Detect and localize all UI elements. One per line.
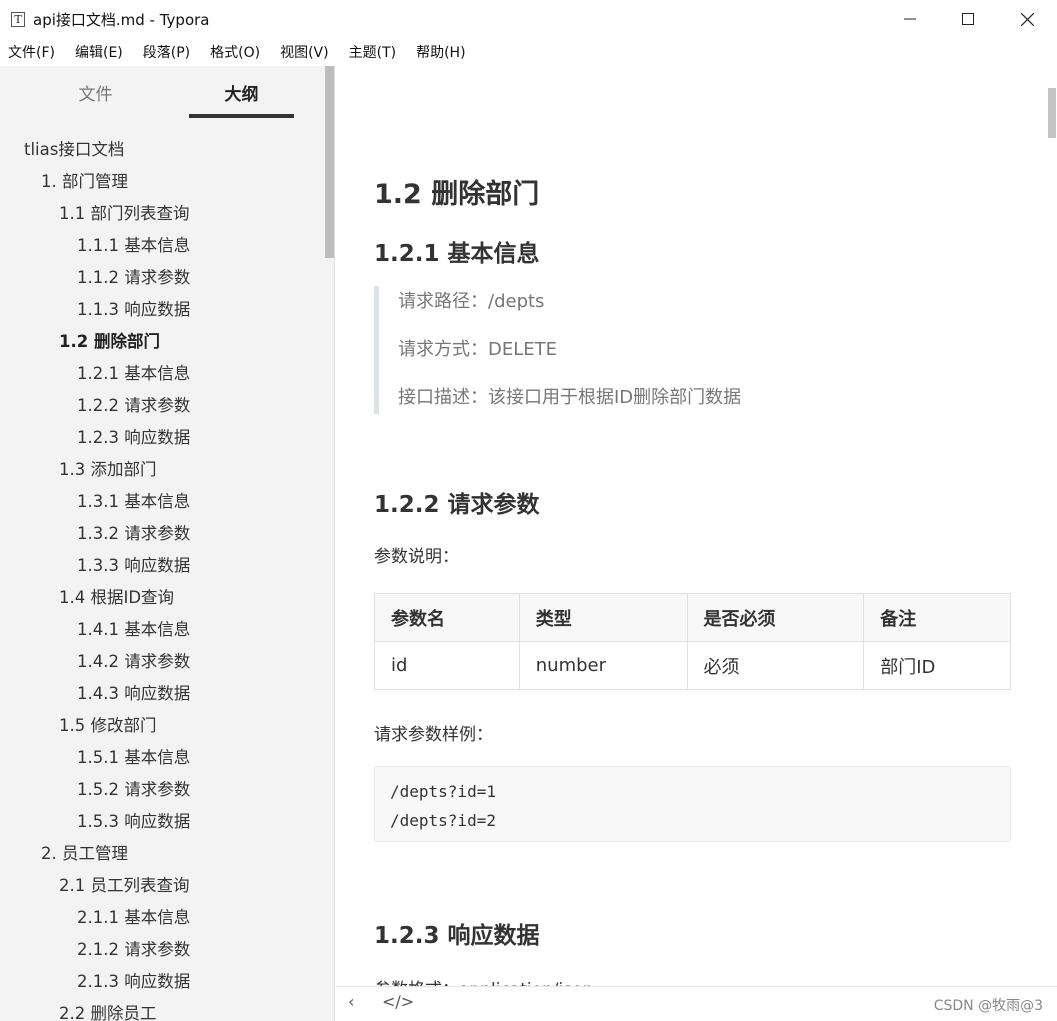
close-button[interactable] (997, 0, 1057, 38)
outline-item[interactable]: 2.1 员工列表查询 (0, 870, 324, 902)
minimize-icon (904, 18, 916, 20)
code-block[interactable]: /depts?id=1 /depts?id=2 (374, 766, 1011, 842)
outline-item[interactable]: 1.1.3 响应数据 (0, 294, 324, 326)
table-cell[interactable]: id (374, 641, 520, 690)
tab-files[interactable]: 文件 (43, 80, 148, 120)
editor-pane: 1.2 删除部门 1.2.1 基本信息 请求路径：/depts 请求方式：DEL… (336, 66, 1057, 986)
table-header-row: 参数名 类型 是否必须 备注 (374, 593, 1011, 642)
code-line: /depts?id=1 (390, 782, 496, 801)
typora-app-icon: T (11, 11, 25, 27)
params-table: 参数名 类型 是否必须 备注 id number 必须 部门ID (374, 593, 1011, 690)
outline-item[interactable]: 2.1.3 响应数据 (0, 966, 324, 998)
outline-item[interactable]: 2.1.2 请求参数 (0, 934, 324, 966)
table-cell[interactable]: 必须 (686, 641, 865, 690)
table-header-cell[interactable]: 参数名 (374, 593, 520, 642)
menu-theme[interactable]: 主题(T) (347, 39, 398, 65)
menu-paragraph[interactable]: 段落(P) (141, 39, 192, 65)
outline-item[interactable]: 1.5.1 基本信息 (0, 742, 324, 774)
menu-edit[interactable]: 编辑(E) (73, 39, 125, 65)
active-tab-indicator (189, 114, 294, 118)
close-icon (1020, 12, 1034, 26)
source-mode-button[interactable]: </> (382, 992, 414, 1011)
toggle-sidebar-button[interactable]: ‹ (348, 992, 354, 1011)
heading-response-data: 1.2.3 响应数据 (374, 923, 540, 949)
outline-item[interactable]: 2.2 删除员工 (0, 998, 324, 1021)
request-method-line: 请求方式：DELETE (398, 339, 558, 360)
outline-list: tlias接口文档 1. 部门管理 1.1 部门列表查询 1.1.1 基本信息 1.1.… (0, 134, 324, 1021)
outline-item[interactable]: 1.1 部门列表查询 (0, 198, 324, 230)
outline-item[interactable]: 1.5.2 请求参数 (0, 774, 324, 806)
outline-item[interactable]: tlias接口文档 (0, 134, 324, 166)
interface-description-line: 接口描述：该接口用于根据ID删除部门数据 (398, 387, 742, 408)
sample-intro-text: 请求参数样例： (374, 725, 493, 745)
outline-item[interactable]: 1.4.2 请求参数 (0, 646, 324, 678)
title-bar: T api接口文档.md - Typora (0, 0, 1057, 38)
request-path-line: 请求路径：/depts (398, 291, 545, 312)
outline-item[interactable]: 1.2.2 请求参数 (0, 390, 324, 422)
table-header-cell[interactable]: 是否必须 (686, 593, 865, 642)
outline-item[interactable]: 2. 员工管理 (0, 838, 324, 870)
table-header-cell[interactable]: 类型 (518, 593, 688, 642)
outline-item[interactable]: 1. 部门管理 (0, 166, 324, 198)
outline-item[interactable]: 1.4 根据ID查询 (0, 582, 324, 614)
menu-format[interactable]: 格式(O) (208, 39, 262, 65)
table-cell[interactable]: 部门ID (863, 641, 1011, 690)
sidebar: 文件 大纲 tlias接口文档 1. 部门管理 1.1 部门列表查询 1.1.1 基本… (0, 66, 335, 1021)
outline-item[interactable]: 1.3.1 基本信息 (0, 486, 324, 518)
blockquote-basic-info: 请求路径：/depts 请求方式：DELETE 接口描述：该接口用于根据ID删除… (374, 286, 774, 414)
table-header-cell[interactable]: 备注 (863, 593, 1011, 642)
outline-item[interactable]: 1.5.3 响应数据 (0, 806, 324, 838)
maximize-button[interactable] (938, 0, 998, 38)
sidebar-tabs: 文件 大纲 (0, 66, 334, 124)
outline-item[interactable]: 1.3.3 响应数据 (0, 550, 324, 582)
outline-item[interactable]: 1.2.1 基本信息 (0, 358, 324, 390)
table-cell[interactable]: number (518, 641, 688, 690)
heading-request-params: 1.2.2 请求参数 (374, 492, 540, 518)
minimize-button[interactable] (880, 0, 940, 38)
menu-help[interactable]: 帮助(H) (414, 39, 467, 65)
menu-bar: 文件(F) 编辑(E) 段落(P) 格式(O) 视图(V) 主题(T) 帮助(H… (0, 38, 1057, 66)
table-row: id number 必须 部门ID (374, 641, 1011, 690)
outline-item[interactable]: 1.3 添加部门 (0, 454, 324, 486)
outline-item[interactable]: 1.2.3 响应数据 (0, 422, 324, 454)
editor-footer: ‹ </> CSDN @牧雨@3 (336, 986, 1057, 1021)
format-line: 参数格式：application/json (374, 975, 593, 986)
sidebar-scrollbar[interactable] (325, 66, 334, 258)
outline-item[interactable]: 1.2 删除部门 (0, 326, 324, 358)
outline-item[interactable]: 1.5 修改部门 (0, 710, 324, 742)
code-icon: </> (382, 992, 415, 1011)
window-title: api接口文档.md - Typora (33, 10, 210, 29)
menu-view[interactable]: 视图(V) (278, 39, 331, 65)
outline-item[interactable]: 1.3.2 请求参数 (0, 518, 324, 550)
editor-scrollbar[interactable] (1048, 88, 1056, 138)
code-line: /depts?id=2 (390, 811, 496, 830)
heading-basic-info: 1.2.1 基本信息 (374, 241, 540, 267)
outline-item[interactable]: 1.1.2 请求参数 (0, 262, 324, 294)
outline-item[interactable]: 1.4.3 响应数据 (0, 678, 324, 710)
outline-item[interactable]: 1.1.1 基本信息 (0, 230, 324, 262)
outline-item[interactable]: 2.1.1 基本信息 (0, 902, 324, 934)
chevron-left-icon: ‹ (348, 992, 355, 1011)
heading-delete-department: 1.2 删除部门 (374, 179, 540, 210)
maximize-icon (962, 13, 974, 25)
outline-item[interactable]: 1.4.1 基本信息 (0, 614, 324, 646)
params-intro-text: 参数说明： (374, 547, 459, 567)
menu-file[interactable]: 文件(F) (6, 39, 57, 65)
watermark: CSDN @牧雨@3 (933, 998, 1043, 1014)
